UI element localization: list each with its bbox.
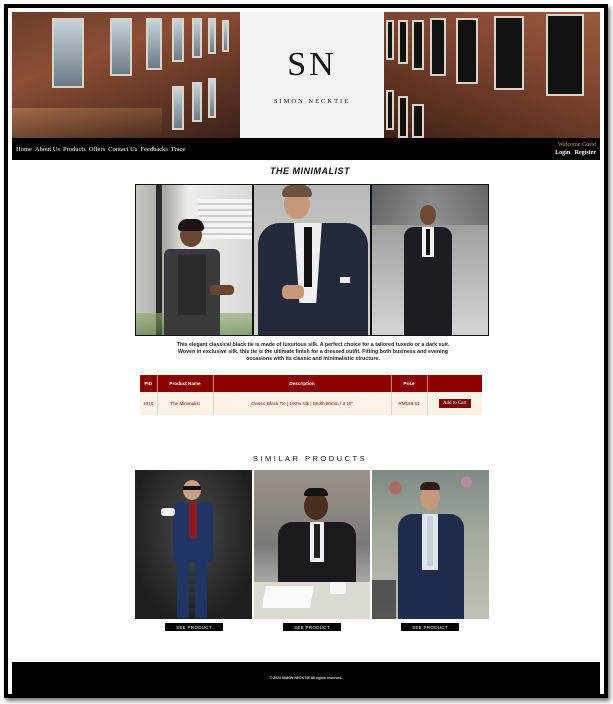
register-link[interactable]: Register bbox=[575, 150, 596, 156]
nav-link-feedbacks[interactable]: Feedbacks bbox=[140, 146, 167, 153]
add-to-cart-button[interactable]: Add to Cart bbox=[438, 399, 471, 408]
nav-links: Home About Us Products Offers Contact Us… bbox=[16, 146, 185, 153]
see-product-button-3[interactable]: SEE PRODUCT bbox=[401, 623, 459, 631]
nav-link-products[interactable]: Products bbox=[63, 146, 86, 153]
product-title: THE MINIMALIST bbox=[270, 166, 350, 176]
navigation-bar: Home About Us Products Offers Contact Us… bbox=[12, 138, 600, 160]
logo[interactable]: SN SIMON NECKTIE bbox=[240, 12, 384, 138]
column-header-product-name: Product Name bbox=[157, 375, 214, 392]
cell-action: Add to Cart bbox=[427, 392, 482, 415]
see-product-button-1[interactable]: SEE PRODUCT bbox=[165, 623, 223, 631]
product-table: PID Product Name Description Price 1010 … bbox=[140, 375, 482, 415]
product-gallery bbox=[135, 184, 489, 336]
see-product-buttons: SEE PRODUCT SEE PRODUCT SEE PRODUCT bbox=[135, 623, 489, 631]
product-photo-3 bbox=[371, 185, 488, 335]
similar-product-photo-1[interactable] bbox=[135, 470, 252, 619]
logo-wordmark: SIMON NECKTIE bbox=[273, 97, 351, 105]
column-header-price: Price bbox=[391, 375, 428, 392]
product-photo-2 bbox=[253, 185, 371, 335]
footer-copyright: © 2023 SIMON NECKTIE All rights reserved… bbox=[269, 676, 343, 680]
logo-monogram: SN bbox=[287, 45, 337, 83]
nav-link-trace[interactable]: Trace bbox=[171, 146, 186, 153]
similar-products-images bbox=[135, 470, 490, 619]
column-header-description: Description bbox=[213, 375, 392, 392]
header-banner: SN SIMON NECKTIE bbox=[12, 12, 600, 138]
cell-price: RM159.53 bbox=[391, 392, 428, 415]
building-left-image bbox=[12, 12, 240, 138]
login-link[interactable]: Login bbox=[555, 150, 570, 156]
page-frame: SN SIMON NECKTIE Home About Us Products … bbox=[4, 4, 608, 698]
table-header-row: PID Product Name Description Price bbox=[140, 375, 482, 392]
account-area: Welcome Guest Login Register bbox=[552, 141, 596, 157]
product-description: This elegant classical black tie is made… bbox=[176, 342, 450, 362]
nav-link-offers[interactable]: Offers bbox=[89, 146, 106, 153]
welcome-text: Welcome Guest bbox=[557, 142, 596, 148]
nav-link-home[interactable]: Home bbox=[16, 146, 32, 153]
nav-link-contact-us[interactable]: Contact Us bbox=[108, 146, 137, 153]
column-header-pid: PID bbox=[140, 375, 158, 392]
cell-product-name: The Minimalist bbox=[157, 392, 214, 415]
table-row: 1010 The Minimalist Classic Black Tie | … bbox=[140, 392, 482, 415]
similar-product-photo-3[interactable] bbox=[372, 470, 490, 619]
building-right-image bbox=[384, 12, 600, 138]
cell-description: Classic Black Tie | 100% silk | Width 80… bbox=[213, 392, 392, 415]
see-product-button-2[interactable]: SEE PRODUCT bbox=[283, 623, 341, 631]
footer: © 2023 SIMON NECKTIE All rights reserved… bbox=[12, 662, 600, 694]
nav-link-about-us[interactable]: About Us bbox=[35, 146, 60, 153]
product-photo-1 bbox=[136, 185, 253, 335]
similar-products-heading: SIMILAR PRODUCTS bbox=[252, 454, 368, 463]
cell-pid: 1010 bbox=[140, 392, 158, 415]
similar-product-photo-2[interactable] bbox=[253, 470, 371, 619]
column-header-action bbox=[427, 375, 482, 392]
